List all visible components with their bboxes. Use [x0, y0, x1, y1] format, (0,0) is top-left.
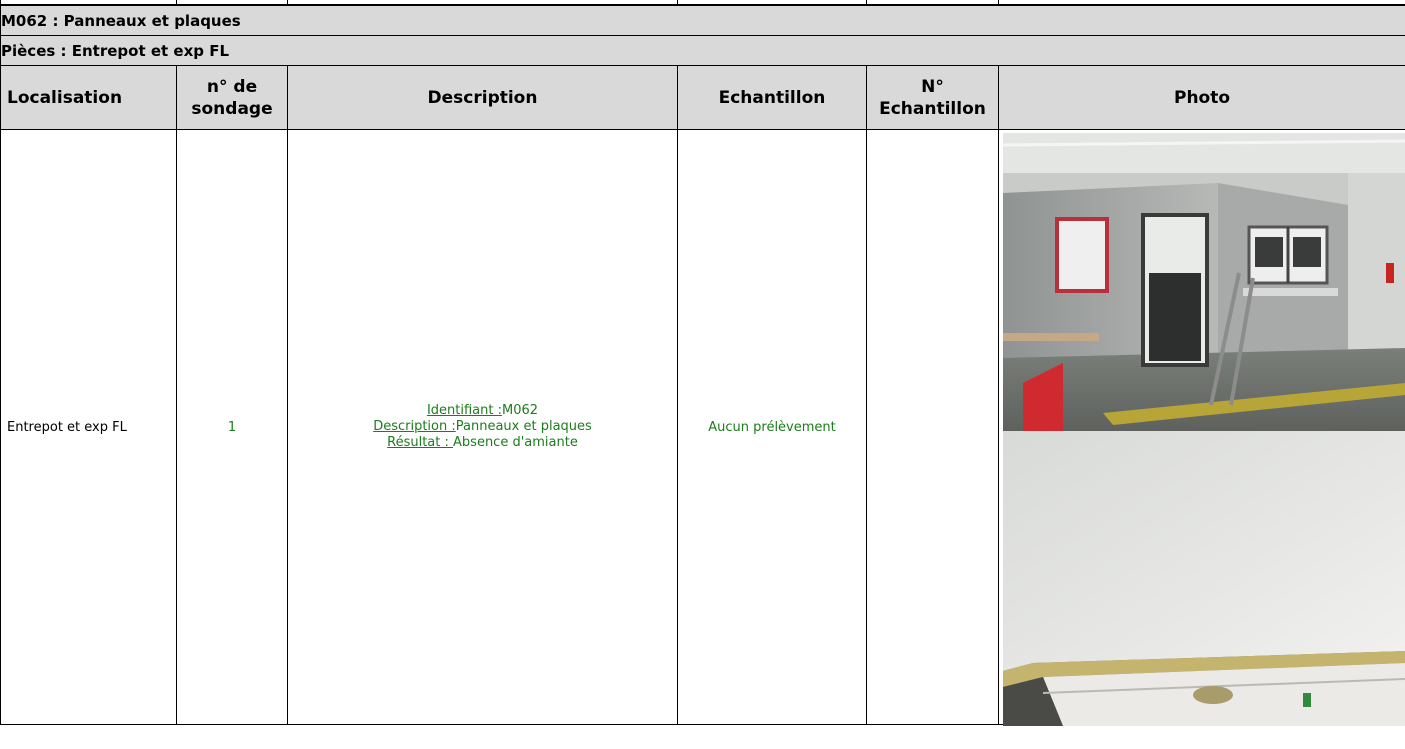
cell-description: Identifiant :M062 Description :Panneaux … [287, 129, 678, 725]
cell-localisation: Entrepot et exp FL [0, 129, 177, 725]
section-subtitle: Pièces : Entrepot et exp FL [0, 35, 1405, 66]
column-header-sondage-line2: sondage [191, 98, 273, 119]
column-header-num-echantillon: N° Echantillon [866, 65, 999, 130]
column-header-num-echantillon-line2: Echantillon [879, 98, 986, 119]
cell-echantillon: Aucun prélèvement [677, 129, 867, 725]
cell-num-echantillon [866, 129, 999, 725]
column-header-description: Description [287, 65, 678, 130]
table-row: Entrepot et exp FL 1 Identifiant :M062 D… [0, 129, 1405, 726]
column-header-num-echantillon-line1: N° [921, 76, 944, 97]
report-table: M062 : Panneaux et plaques Pièces : Entr… [0, 5, 1405, 726]
photo-frame [1003, 133, 1405, 726]
description-line: Description :Panneaux et plaques [288, 419, 677, 435]
column-header-photo: Photo [997, 65, 1405, 130]
column-header-echantillon: Echantillon [677, 65, 867, 130]
column-header-localisation: Localisation [0, 65, 177, 130]
photo-room-partition [1003, 133, 1405, 431]
cell-photo [997, 129, 1405, 726]
description-label: Description : [373, 419, 456, 434]
section-title: M062 : Panneaux et plaques [0, 5, 1405, 36]
identifiant-value: M062 [502, 403, 539, 418]
column-header-sondage-line1: n° de [206, 76, 258, 97]
cell-sondage: 1 [176, 129, 288, 725]
photo-panel-closeup [1003, 431, 1405, 726]
identifiant-label: Identifiant : [426, 403, 502, 418]
description-value: Panneaux et plaques [455, 419, 592, 434]
resultat-line: Résultat : Absence d'amiante [288, 435, 677, 451]
resultat-value: Absence d'amiante [453, 435, 578, 450]
resultat-label: Résultat : [387, 435, 454, 450]
identifiant-line: Identifiant :M062 [288, 403, 677, 419]
column-header-sondage: n° de sondage [176, 65, 288, 130]
